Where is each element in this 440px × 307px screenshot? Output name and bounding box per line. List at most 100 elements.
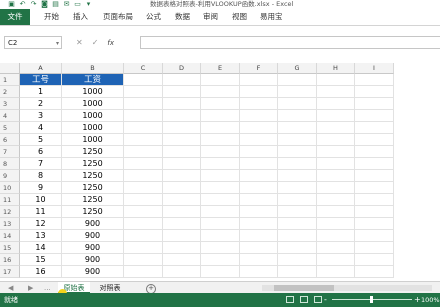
- cell-i1[interactable]: [355, 74, 394, 86]
- redo-icon[interactable]: ↷: [30, 1, 37, 8]
- cell-b15[interactable]: 900: [62, 242, 124, 254]
- cell-i10[interactable]: [355, 182, 394, 194]
- cell-h9[interactable]: [317, 170, 355, 182]
- cell-d8[interactable]: [163, 158, 201, 170]
- cell-c13[interactable]: [124, 218, 163, 230]
- cell-i9[interactable]: [355, 170, 394, 182]
- cell-d12[interactable]: [163, 206, 201, 218]
- undo-icon[interactable]: ↶: [19, 1, 26, 8]
- cell-f3[interactable]: [240, 98, 278, 110]
- row-header[interactable]: 14: [0, 230, 20, 242]
- cell-b10[interactable]: 1250: [62, 182, 124, 194]
- cell-f9[interactable]: [240, 170, 278, 182]
- cell-g16[interactable]: [278, 254, 317, 266]
- cell-f13[interactable]: [240, 218, 278, 230]
- cell-h17[interactable]: [317, 266, 355, 278]
- cell-a15[interactable]: 14: [20, 242, 62, 254]
- cell-e12[interactable]: [201, 206, 240, 218]
- tab-file[interactable]: 文件: [0, 9, 30, 25]
- cell-g2[interactable]: [278, 86, 317, 98]
- cell-a14[interactable]: 13: [20, 230, 62, 242]
- cell-h13[interactable]: [317, 218, 355, 230]
- tab-formulas[interactable]: 公式: [146, 9, 161, 25]
- cell-c17[interactable]: [124, 266, 163, 278]
- insert-function-button[interactable]: fx: [107, 39, 114, 47]
- cell-a8[interactable]: 7: [20, 158, 62, 170]
- cell-e2[interactable]: [201, 86, 240, 98]
- cell-f4[interactable]: [240, 110, 278, 122]
- cell-i14[interactable]: [355, 230, 394, 242]
- cell-g15[interactable]: [278, 242, 317, 254]
- cell-e10[interactable]: [201, 182, 240, 194]
- cell-a9[interactable]: 8: [20, 170, 62, 182]
- row-header[interactable]: 8: [0, 158, 20, 170]
- row-header[interactable]: 9: [0, 170, 20, 182]
- cell-d14[interactable]: [163, 230, 201, 242]
- tab-easy-tools[interactable]: 易用宝: [260, 9, 283, 25]
- tab-view[interactable]: 视图: [232, 9, 247, 25]
- page-break-view-icon[interactable]: [314, 296, 322, 303]
- cell-g17[interactable]: [278, 266, 317, 278]
- cell-c1[interactable]: [124, 74, 163, 86]
- tab-data[interactable]: 数据: [175, 9, 190, 25]
- cell-b8[interactable]: 1250: [62, 158, 124, 170]
- cell-d5[interactable]: [163, 122, 201, 134]
- cell-a3[interactable]: 2: [20, 98, 62, 110]
- cell-a16[interactable]: 15: [20, 254, 62, 266]
- cell-h14[interactable]: [317, 230, 355, 242]
- cell-d10[interactable]: [163, 182, 201, 194]
- cell-i2[interactable]: [355, 86, 394, 98]
- cell-d15[interactable]: [163, 242, 201, 254]
- cell-h8[interactable]: [317, 158, 355, 170]
- cell-e17[interactable]: [201, 266, 240, 278]
- cell-e3[interactable]: [201, 98, 240, 110]
- cell-f17[interactable]: [240, 266, 278, 278]
- cell-i7[interactable]: [355, 146, 394, 158]
- row-header[interactable]: 2: [0, 86, 20, 98]
- cell-b11[interactable]: 1250: [62, 194, 124, 206]
- cell-h15[interactable]: [317, 242, 355, 254]
- cell-h5[interactable]: [317, 122, 355, 134]
- row-header[interactable]: 6: [0, 134, 20, 146]
- cell-b9[interactable]: 1250: [62, 170, 124, 182]
- cell-i4[interactable]: [355, 110, 394, 122]
- cell-c12[interactable]: [124, 206, 163, 218]
- cell-d16[interactable]: [163, 254, 201, 266]
- column-header[interactable]: D: [163, 63, 201, 74]
- tab-insert[interactable]: 插入: [73, 9, 88, 25]
- confirm-icon[interactable]: ✓: [92, 38, 99, 47]
- cell-c11[interactable]: [124, 194, 163, 206]
- cell-b13[interactable]: 900: [62, 218, 124, 230]
- cell-e1[interactable]: [201, 74, 240, 86]
- cell-d1[interactable]: [163, 74, 201, 86]
- cell-i11[interactable]: [355, 194, 394, 206]
- cell-g13[interactable]: [278, 218, 317, 230]
- cell-h1[interactable]: [317, 74, 355, 86]
- name-box[interactable]: C2 ▾: [4, 36, 62, 49]
- cell-h16[interactable]: [317, 254, 355, 266]
- cell-f14[interactable]: [240, 230, 278, 242]
- cell-g10[interactable]: [278, 182, 317, 194]
- scrollbar-thumb[interactable]: [274, 285, 334, 291]
- cell-c3[interactable]: [124, 98, 163, 110]
- cell-i5[interactable]: [355, 122, 394, 134]
- cell-a1[interactable]: 工号: [20, 74, 62, 86]
- cell-c5[interactable]: [124, 122, 163, 134]
- cell-f11[interactable]: [240, 194, 278, 206]
- cell-a12[interactable]: 11: [20, 206, 62, 218]
- cell-c16[interactable]: [124, 254, 163, 266]
- cell-b7[interactable]: 1250: [62, 146, 124, 158]
- row-header[interactable]: 1: [0, 74, 20, 86]
- cell-a10[interactable]: 9: [20, 182, 62, 194]
- cell-b5[interactable]: 1000: [62, 122, 124, 134]
- column-header[interactable]: E: [201, 63, 240, 74]
- cell-b6[interactable]: 1000: [62, 134, 124, 146]
- row-header[interactable]: 5: [0, 122, 20, 134]
- zoom-level[interactable]: 100%: [421, 293, 440, 307]
- cell-a4[interactable]: 3: [20, 110, 62, 122]
- column-header[interactable]: F: [240, 63, 278, 74]
- cell-b16[interactable]: 900: [62, 254, 124, 266]
- cell-c8[interactable]: [124, 158, 163, 170]
- cell-h11[interactable]: [317, 194, 355, 206]
- cancel-icon[interactable]: ✕: [76, 38, 83, 47]
